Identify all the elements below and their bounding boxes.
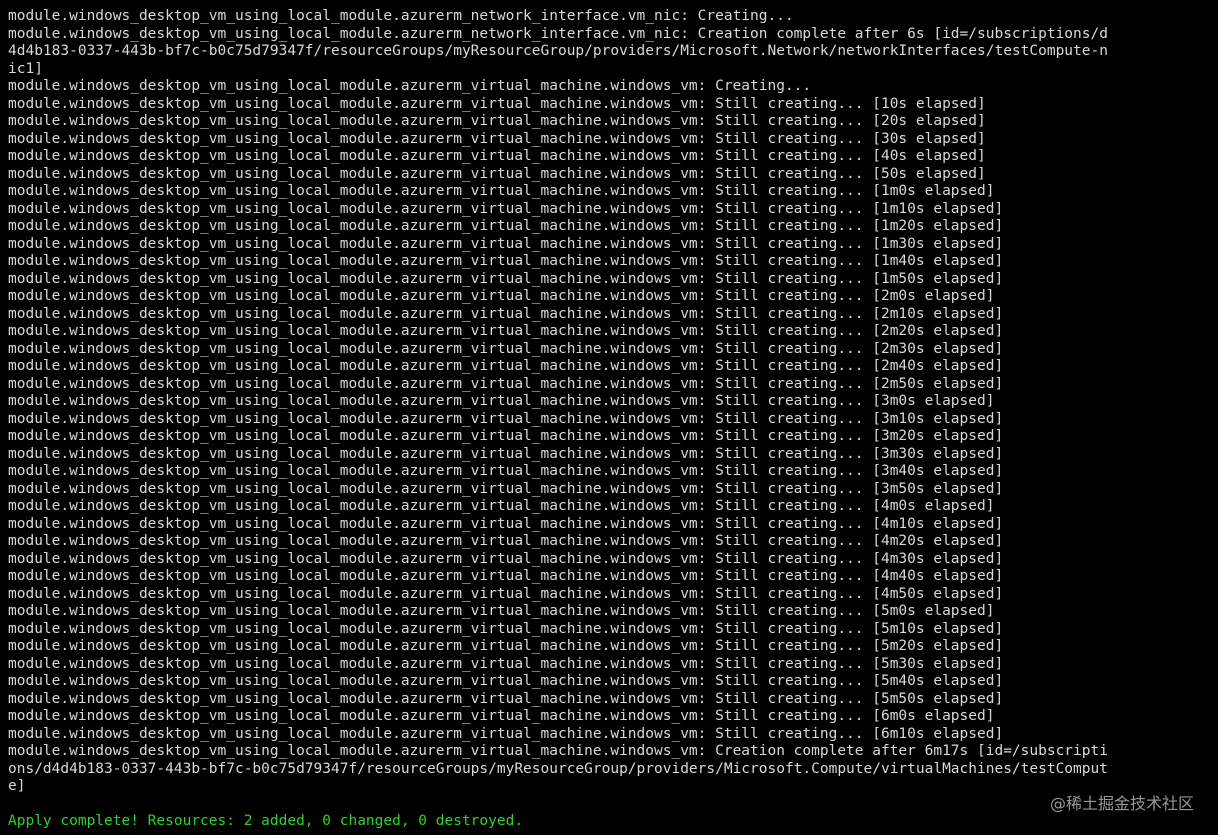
terminal-line: module.windows_desktop_vm_using_local_mo… [8,218,1004,234]
terminal-line: module.windows_desktop_vm_using_local_mo… [8,340,1004,357]
terminal-line: module.windows_desktop_vm_using_local_mo… [8,428,1004,444]
terminal-line: module.windows_desktop_vm_using_local_mo… [8,165,986,182]
terminal-line: module.windows_desktop_vm_using_local_mo… [8,113,986,129]
terminal-line: module.windows_desktop_vm_using_local_mo… [8,568,1004,584]
terminal-line: module.windows_desktop_vm_using_local_mo… [8,130,986,147]
terminal-line: module.windows_desktop_vm_using_local_mo… [8,78,812,94]
terminal-line: module.windows_desktop_vm_using_local_mo… [8,25,1108,42]
terminal-line: module.windows_desktop_vm_using_local_mo… [8,393,995,409]
terminal-line: module.windows_desktop_vm_using_local_mo… [8,445,1004,462]
terminal-line: module.windows_desktop_vm_using_local_mo… [8,725,1004,742]
terminal-line: module.windows_desktop_vm_using_local_mo… [8,410,1004,427]
terminal-line: 4d4b183-0337-443b-bf7c-b0c75d79347f/reso… [8,43,1108,59]
terminal-line: module.windows_desktop_vm_using_local_mo… [8,690,1004,707]
terminal-line: module.windows_desktop_vm_using_local_mo… [8,533,1004,549]
terminal-line: module.windows_desktop_vm_using_local_mo… [8,498,995,514]
terminal-line: module.windows_desktop_vm_using_local_mo… [8,480,1004,497]
terminal-line: module.windows_desktop_vm_using_local_mo… [8,288,995,304]
terminal-line: module.windows_desktop_vm_using_local_mo… [8,305,1004,322]
terminal-line: module.windows_desktop_vm_using_local_mo… [8,235,1004,252]
terminal-line: module.windows_desktop_vm_using_local_mo… [8,8,794,24]
apply-complete-line: Apply complete! Resources: 2 added, 0 ch… [8,813,524,829]
watermark-text: @稀土掘金技术社区 [1049,794,1194,813]
terminal-line: module.windows_desktop_vm_using_local_mo… [8,673,1004,689]
terminal-line: module.windows_desktop_vm_using_local_mo… [8,620,1004,637]
terminal-output: module.windows_desktop_vm_using_local_mo… [8,8,1210,831]
terminal-line: module.windows_desktop_vm_using_local_mo… [8,603,995,619]
terminal-window[interactable]: module.windows_desktop_vm_using_local_mo… [0,0,1218,835]
terminal-line: module.windows_desktop_vm_using_local_mo… [8,743,1108,759]
terminal-line: module.windows_desktop_vm_using_local_mo… [8,323,1004,339]
terminal-line: ons/d4d4b183-0337-443b-bf7c-b0c75d79347f… [8,760,1108,777]
terminal-line: module.windows_desktop_vm_using_local_mo… [8,708,995,724]
terminal-line: module.windows_desktop_vm_using_local_mo… [8,200,1004,217]
terminal-line: module.windows_desktop_vm_using_local_mo… [8,270,1004,287]
terminal-line: module.windows_desktop_vm_using_local_mo… [8,655,1004,672]
terminal-line: ic1] [8,60,43,77]
terminal-line: module.windows_desktop_vm_using_local_mo… [8,95,986,112]
terminal-line: module.windows_desktop_vm_using_local_mo… [8,253,1004,269]
terminal-line: module.windows_desktop_vm_using_local_mo… [8,183,995,199]
terminal-line: module.windows_desktop_vm_using_local_mo… [8,550,1004,567]
terminal-line: module.windows_desktop_vm_using_local_mo… [8,148,986,164]
terminal-line: module.windows_desktop_vm_using_local_mo… [8,375,1004,392]
terminal-line: module.windows_desktop_vm_using_local_mo… [8,463,1004,479]
terminal-line: e] [8,778,26,794]
terminal-line: module.windows_desktop_vm_using_local_mo… [8,358,1004,374]
terminal-line: module.windows_desktop_vm_using_local_mo… [8,585,1004,602]
terminal-line: module.windows_desktop_vm_using_local_mo… [8,638,1004,654]
terminal-line: module.windows_desktop_vm_using_local_mo… [8,515,1004,532]
